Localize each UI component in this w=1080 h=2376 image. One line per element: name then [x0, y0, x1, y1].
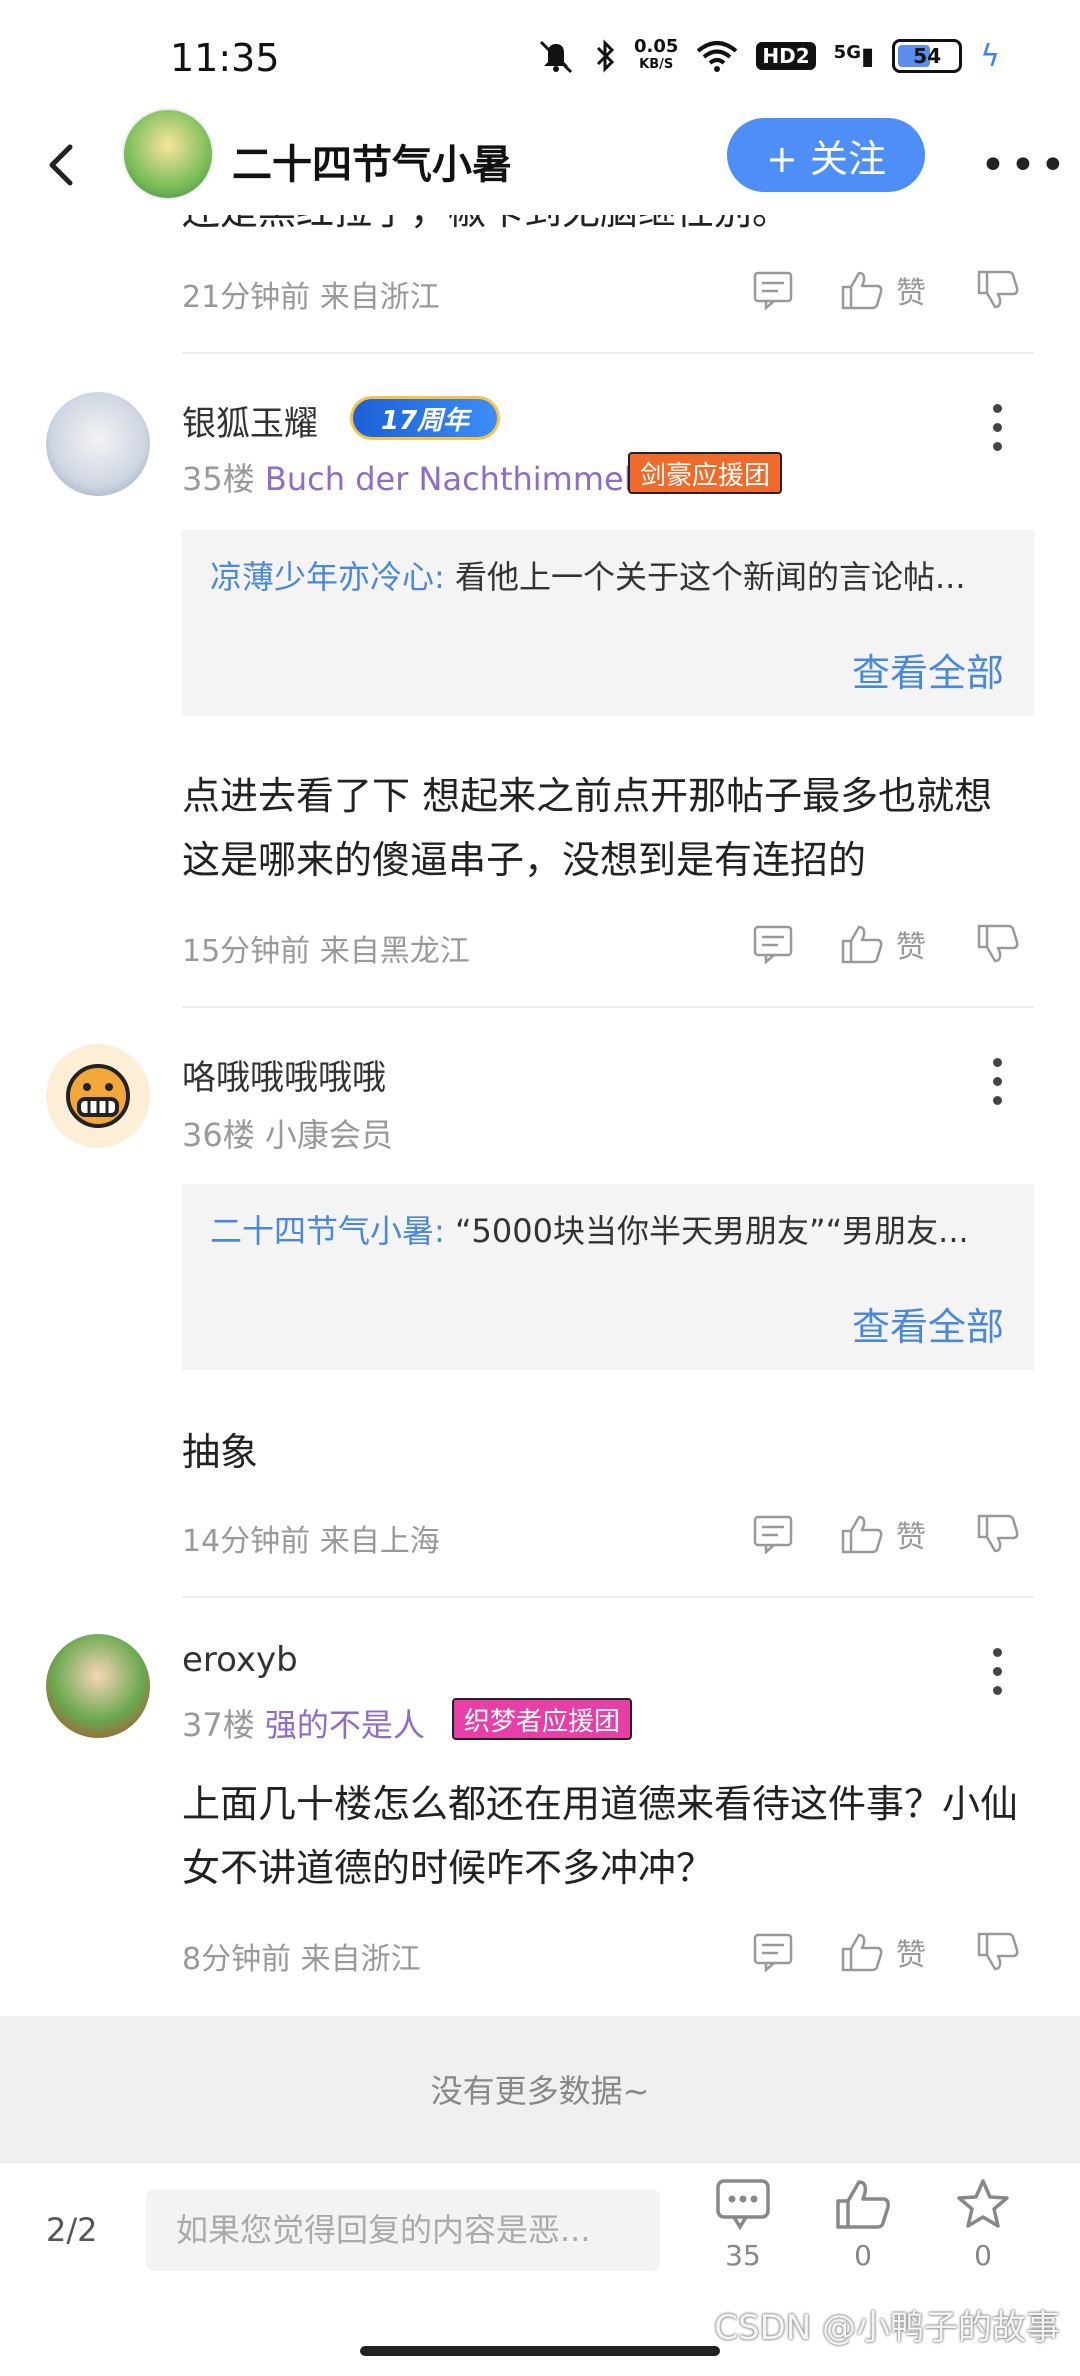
thumbs-up-icon — [841, 925, 883, 964]
dislike-button[interactable] — [976, 923, 1020, 965]
watermark: CSDN @小鸭子的故事 — [714, 2308, 1060, 2348]
mute-bell-icon — [539, 40, 573, 74]
comments-button[interactable]: 35 — [698, 2177, 788, 2272]
anniversary-badge: 17周年 — [350, 396, 500, 440]
like-label: 赞 — [896, 930, 926, 965]
comment-more-icon[interactable] — [990, 1648, 1004, 1705]
status-time: 11:35 — [170, 36, 280, 80]
favorites-count: 0 — [974, 2239, 992, 2272]
comment-meta: 8分钟前 来自浙江 — [182, 1942, 421, 1977]
comment-meta: 14分钟前 来自上海 — [182, 1524, 440, 1559]
comment-more-icon[interactable] — [990, 1058, 1004, 1115]
reply-button[interactable] — [752, 1514, 794, 1554]
comment-icon — [753, 1933, 793, 1972]
like-button[interactable]: 赞 — [840, 922, 926, 966]
thumbs-up-icon — [841, 271, 883, 310]
battery-icon: 54 — [892, 39, 963, 73]
quoted-reply[interactable]: 二十四节气小暑: “5000块当你半天男朋友”“男朋友... 查看全部 — [182, 1184, 1034, 1370]
like-button[interactable]: 赞 — [840, 1512, 926, 1556]
quote-line: 二十四节气小暑: “5000块当你半天男朋友”“男朋友... — [210, 1212, 969, 1250]
status-bar: 11:35 0.05 KB/S HD2 5G▮ 54 ϟ — [0, 0, 1080, 115]
quote-line: 凉薄少年亦冷心: 看他上一个关于这个新闻的言论帖... — [210, 558, 966, 596]
comment-icon — [753, 271, 793, 310]
like-label: 赞 — [896, 1938, 926, 1973]
comment-content: 上面几十楼怎么都还在用道德来看待这件事？小仙女不讲道德的时候咋不多冲冲？ — [182, 1782, 1019, 1890]
view-all-link[interactable]: 查看全部 — [852, 642, 1004, 697]
comment-content: 点进去看了下 想起来之前点开那帖子最多也就想这是哪来的傻逼串子，没想到是有连招的 — [182, 774, 993, 882]
comment-icon — [753, 925, 793, 964]
comment-more-icon[interactable] — [990, 404, 1004, 461]
like-button[interactable]: 赞 — [840, 268, 926, 312]
like-label: 赞 — [896, 1520, 926, 1555]
charging-icon: ϟ — [980, 38, 1000, 74]
reply-button[interactable] — [752, 1932, 794, 1972]
likes-count: 0 — [854, 2239, 872, 2272]
page-title: 二十四节气小暑 — [232, 142, 512, 188]
back-icon[interactable] — [36, 137, 86, 193]
comment-actions: 赞 — [752, 1930, 1020, 1974]
thumbs-down-icon — [977, 1932, 1019, 1971]
comment-actions: 赞 — [752, 922, 1020, 966]
thumbs-up-icon — [841, 1515, 883, 1554]
status-icons: 0.05 KB/S HD2 5G▮ 54 ϟ — [536, 38, 1000, 74]
avatar[interactable] — [46, 1044, 150, 1148]
team-badge: 织梦者应援团 — [452, 1698, 633, 1740]
wifi-icon — [697, 41, 738, 72]
grin-face-icon — [66, 1064, 130, 1128]
avatar[interactable] — [46, 1634, 150, 1738]
username[interactable]: 咯哦哦哦哦哦 — [182, 1050, 386, 1099]
signal-icon: 5G▮ — [833, 42, 875, 70]
dislike-button[interactable] — [976, 269, 1020, 311]
username[interactable]: eroxyb — [182, 1640, 298, 1680]
comment-actions: 赞 — [752, 1512, 1020, 1556]
comment-bubble-icon — [716, 2179, 770, 2231]
reply-button[interactable] — [752, 924, 794, 964]
bluetooth-icon — [596, 39, 615, 73]
view-all-link[interactable]: 查看全部 — [852, 1296, 1004, 1351]
like-button[interactable]: 赞 — [840, 1930, 926, 1974]
dislike-button[interactable] — [976, 1931, 1020, 1973]
username[interactable]: 银狐玉耀 — [182, 396, 318, 445]
follow-button[interactable]: + 关注 — [727, 118, 925, 192]
team-badge: 剑豪应援团 — [628, 452, 783, 494]
page-indicator[interactable]: 2/2 — [46, 2211, 98, 2249]
hd-badge: HD2 — [756, 42, 816, 70]
star-icon — [957, 2179, 1009, 2228]
like-label: 赞 — [896, 276, 926, 311]
more-options-icon[interactable]: ••• — [980, 140, 1070, 191]
no-more-data: 没有更多数据~ — [0, 2016, 1080, 2162]
forum-avatar[interactable] — [122, 108, 214, 200]
quoted-reply[interactable]: 凉薄少年亦冷心: 看他上一个关于这个新闻的言论帖... 查看全部 — [182, 530, 1034, 716]
thumbs-up-icon — [841, 1933, 883, 1972]
floor-info: 35楼 Buch der Nachthimmel — [182, 460, 633, 498]
home-indicator[interactable] — [360, 2346, 720, 2356]
comment-meta: 15分钟前 来自黑龙江 — [182, 934, 470, 969]
like-post-button[interactable]: 0 — [818, 2177, 908, 2272]
floor-info: 36楼 小康会员 — [182, 1116, 393, 1154]
comment-meta: 21分钟前 来自浙江 — [182, 280, 440, 315]
network-speed: 0.05 KB/S — [633, 36, 679, 73]
divider — [182, 1596, 1034, 1598]
thumbs-down-icon — [977, 270, 1019, 309]
comment-icon — [753, 1515, 793, 1554]
favorite-button[interactable]: 0 — [938, 2177, 1028, 2272]
thumbs-down-icon — [977, 924, 1019, 963]
thumbs-up-icon — [836, 2180, 890, 2229]
reply-input[interactable] — [146, 2189, 660, 2271]
divider — [182, 1006, 1034, 1008]
comments-count: 35 — [725, 2239, 761, 2272]
comment-content: 抽象 — [182, 1430, 259, 1474]
comment-actions: 赞 — [752, 268, 1020, 312]
reply-button[interactable] — [752, 270, 794, 310]
thumbs-down-icon — [977, 1514, 1019, 1553]
dislike-button[interactable] — [976, 1513, 1020, 1555]
avatar[interactable] — [46, 392, 150, 496]
floor-info: 37楼 强的不是人 — [182, 1706, 425, 1744]
divider — [182, 352, 1034, 354]
